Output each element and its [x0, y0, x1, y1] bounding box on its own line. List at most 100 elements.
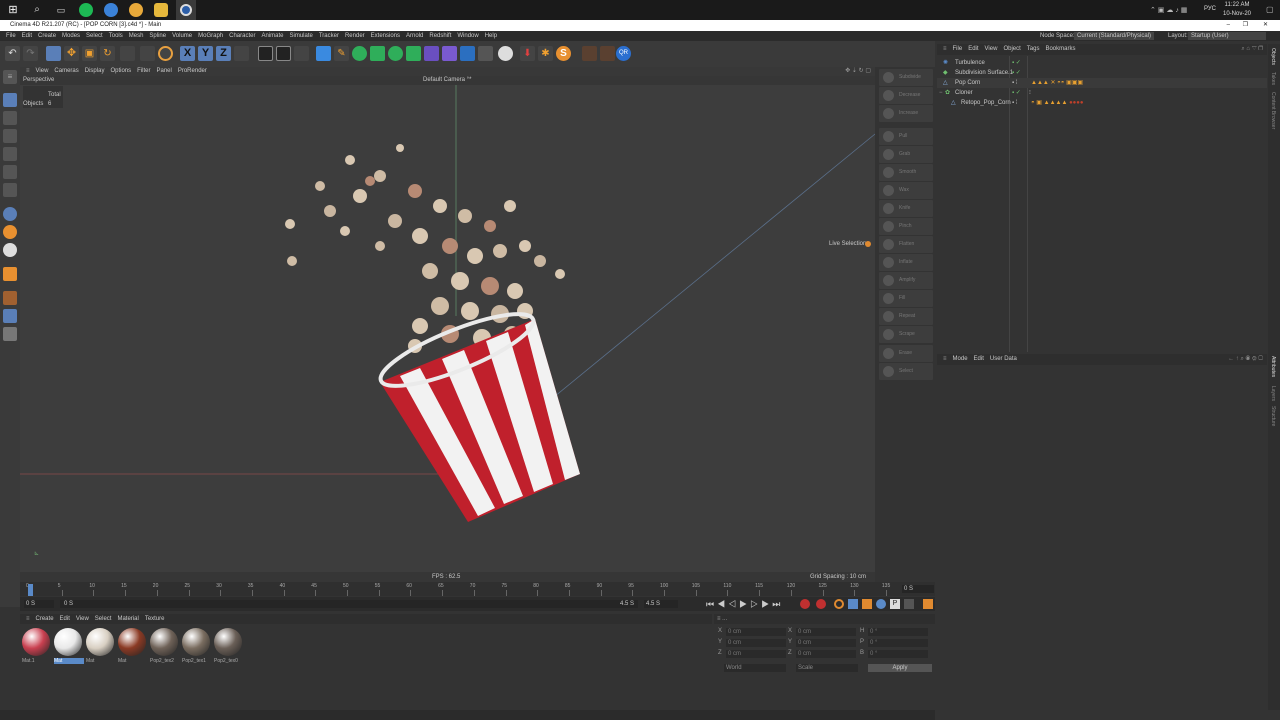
- timeline-end-field[interactable]: 0 S: [902, 585, 934, 593]
- end-time-field[interactable]: 4.5 S: [644, 600, 678, 608]
- menu-render[interactable]: Render: [345, 33, 365, 39]
- current-time-field[interactable]: 0 S: [24, 600, 54, 608]
- object-row-pop-corn[interactable]: △ Pop Corn ▪ ⁞ ▲▲▲ ✕ ◓◓ ▣▣▣: [937, 78, 1267, 88]
- task-view-icon[interactable]: ▭: [54, 3, 68, 17]
- y-axis-lock-icon[interactable]: Y: [198, 46, 213, 61]
- material-label[interactable]: Mat: [54, 658, 84, 664]
- viewport-menu-view[interactable]: View: [36, 68, 49, 74]
- spotify-icon[interactable]: [79, 3, 93, 17]
- menu-simulate[interactable]: Simulate: [290, 33, 313, 39]
- field-icon[interactable]: [406, 46, 421, 61]
- environment-icon[interactable]: [442, 46, 457, 61]
- timeline-menu-icon[interactable]: [923, 599, 933, 609]
- sculpt-pinch-button[interactable]: Pinch: [879, 218, 933, 235]
- material-swatch[interactable]: [214, 628, 242, 656]
- plugin-icon[interactable]: [582, 46, 597, 61]
- material-label[interactable]: Mat: [118, 658, 148, 664]
- model-mode-icon[interactable]: [3, 93, 17, 107]
- tab-content-browser[interactable]: Content Browser: [1270, 92, 1276, 129]
- object-menu-icon[interactable]: ≡: [943, 46, 947, 52]
- menu-mograph[interactable]: MoGraph: [198, 33, 223, 39]
- maximize-button[interactable]: ❐: [1243, 20, 1248, 31]
- scale-icon[interactable]: ▣: [82, 46, 97, 61]
- timeline-playhead[interactable]: [28, 584, 33, 596]
- object-tags[interactable]: ◓ ▣ ▲▲▲▲ ●●●●: [1031, 98, 1084, 108]
- arnold-icon[interactable]: ✱: [538, 46, 553, 61]
- subdivision-icon[interactable]: [352, 46, 367, 61]
- layer-icon[interactable]: [3, 309, 17, 323]
- qr-icon[interactable]: QR: [616, 46, 631, 61]
- material-swatch[interactable]: [182, 628, 210, 656]
- menu-help[interactable]: Help: [485, 33, 497, 39]
- menu-animate[interactable]: Animate: [261, 33, 283, 39]
- render-picture-viewer-icon[interactable]: [276, 46, 291, 61]
- world-coords-icon[interactable]: [234, 46, 249, 61]
- tab-attributes[interactable]: Attributes: [1270, 356, 1276, 377]
- viewport-menu-filter[interactable]: Filter: [137, 68, 150, 74]
- record-icon[interactable]: [800, 599, 810, 609]
- chrome-alt-icon[interactable]: [104, 3, 118, 17]
- attribute-nav-icons[interactable]: ← ↑ ⌕ ◉ ⚙ ▢: [1228, 354, 1263, 365]
- coord-value-field[interactable]: 0 °: [868, 628, 928, 636]
- object-row-subdivision-surface[interactable]: ◆ Subdivision Surface.1 ▪ ✓: [937, 68, 1267, 78]
- chrome-icon[interactable]: [129, 3, 143, 17]
- material-swatch[interactable]: [150, 628, 178, 656]
- sculpt-wax-button[interactable]: Wax: [879, 182, 933, 199]
- sculpt-repeat-button[interactable]: Repeat: [879, 308, 933, 325]
- object-menu-bookmarks[interactable]: Bookmarks: [1045, 46, 1075, 52]
- material-label[interactable]: Pop2_tex2: [150, 658, 180, 664]
- render-view-icon[interactable]: [258, 46, 273, 61]
- camera-icon[interactable]: [478, 46, 493, 61]
- material-label[interactable]: Pop2_tex1: [182, 658, 212, 664]
- pen-icon[interactable]: ✎: [334, 46, 349, 61]
- viewport-menu-display[interactable]: Display: [85, 68, 105, 74]
- material-swatch[interactable]: [86, 628, 114, 656]
- visibility-check-icon[interactable]: ▪ ✓: [1012, 88, 1021, 98]
- attribute-menu-user-data[interactable]: User Data: [990, 356, 1017, 362]
- object-menu-object[interactable]: Object: [1003, 46, 1020, 52]
- material-swatch[interactable]: [118, 628, 146, 656]
- visibility-dots-icon[interactable]: ▪ ⁞: [1012, 78, 1017, 88]
- minimize-button[interactable]: –: [1227, 20, 1230, 31]
- menu-volume[interactable]: Volume: [172, 33, 192, 39]
- z-axis-lock-icon[interactable]: Z: [216, 46, 231, 61]
- coord-value-field[interactable]: 0 cm: [796, 650, 856, 658]
- menu-redshift[interactable]: Redshift: [429, 33, 451, 39]
- plugin-icon-2[interactable]: [600, 46, 615, 61]
- playback-controls[interactable]: ⏮◀◁▶▷▶⏭: [706, 598, 783, 610]
- sculpt-smooth-button[interactable]: Smooth: [879, 164, 933, 181]
- close-button[interactable]: ✕: [1263, 20, 1268, 31]
- menu-edit[interactable]: Edit: [22, 33, 32, 39]
- cube-icon[interactable]: [316, 46, 331, 61]
- menu-spline[interactable]: Spline: [149, 33, 166, 39]
- tab-structure[interactable]: Structure: [1270, 406, 1276, 426]
- notification-icon[interactable]: ▢: [1266, 5, 1274, 14]
- visibility-check-icon[interactable]: ▪ ✓: [1012, 68, 1021, 78]
- material-menu-texture[interactable]: Texture: [145, 616, 165, 622]
- render-settings-icon[interactable]: [294, 46, 309, 61]
- key-rotation-icon[interactable]: [876, 599, 886, 609]
- object-menu-tags[interactable]: Tags: [1027, 46, 1040, 52]
- material-label[interactable]: Pop2_tex0: [214, 658, 244, 664]
- timeline-ruler[interactable]: 0510152025303540455055606570758085909510…: [20, 582, 935, 596]
- material-menu-icon[interactable]: ≡: [26, 616, 30, 622]
- object-row-cloner[interactable]: − ✿ Cloner ▪ ✓ ⁝: [937, 88, 1267, 98]
- coord-value-field[interactable]: 0 °: [868, 650, 928, 658]
- viewport-menu-options[interactable]: Options: [110, 68, 131, 74]
- redshift-s-icon[interactable]: [3, 225, 17, 239]
- coord-system-select[interactable]: World: [724, 664, 786, 672]
- sculpt-select-button[interactable]: Select: [879, 363, 933, 380]
- material-menu-view[interactable]: View: [76, 616, 89, 622]
- rotate-icon[interactable]: ↻: [100, 46, 115, 61]
- material-label[interactable]: Mat.1: [22, 658, 52, 664]
- clock-date[interactable]: 10-Nov-20: [1222, 11, 1252, 17]
- live-selection-icon[interactable]: [46, 46, 61, 61]
- viewport-menu-icon[interactable]: ≡: [26, 68, 30, 74]
- download-icon[interactable]: ⬇: [520, 46, 535, 61]
- tool-icon[interactable]: [140, 46, 155, 61]
- material-menu-edit[interactable]: Edit: [60, 616, 70, 622]
- recent-tools-icon[interactable]: [120, 46, 135, 61]
- panel-menu-icon[interactable]: ≡: [3, 70, 17, 84]
- coord-value-field[interactable]: 0 cm: [726, 628, 786, 636]
- menu-window[interactable]: Window: [457, 33, 478, 39]
